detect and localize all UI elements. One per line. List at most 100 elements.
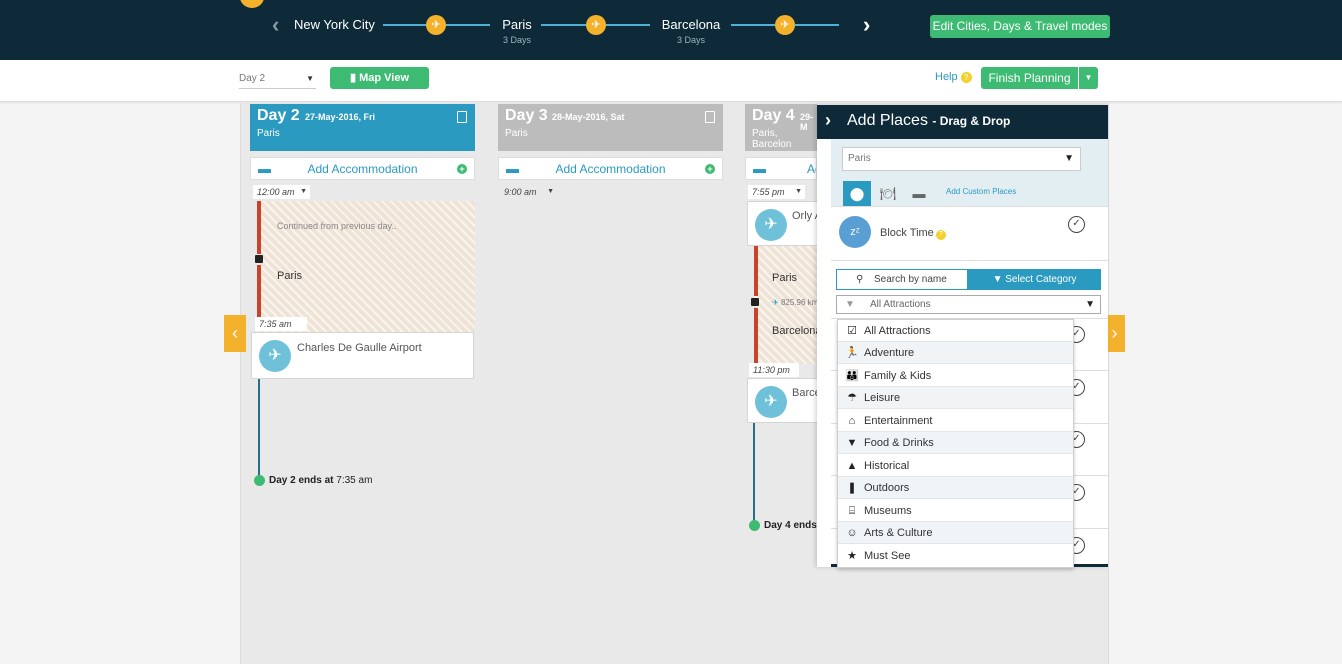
select-category-label: Select Category: [1005, 274, 1077, 285]
start-time-select[interactable]: 9:00 am ▼: [500, 185, 557, 199]
start-time-select[interactable]: 12:00 am ▼: [253, 185, 310, 199]
city-new-york[interactable]: New York City: [294, 17, 375, 32]
divider: [831, 260, 1108, 261]
flight-icon[interactable]: ✈: [775, 15, 795, 35]
panel-header: › Add Places - Drag & Drop: [817, 105, 1108, 139]
map-view-button[interactable]: ▮ Map View: [330, 67, 429, 89]
timeline-bar: [257, 201, 261, 254]
panel-title: Add Places - Drag & Drop: [847, 112, 1010, 130]
category-label: Family & Kids: [864, 370, 932, 382]
category-option[interactable]: ★ Must See: [838, 545, 1073, 567]
place-card[interactable]: ✈ Barcelo: [747, 378, 829, 423]
finish-planning-button[interactable]: Finish Planning: [981, 67, 1078, 89]
flight-icon[interactable]: ✈: [426, 15, 446, 35]
city-barcelona[interactable]: Barcelona 3 Days: [660, 17, 722, 45]
chevron-down-icon: ▼: [547, 188, 554, 195]
category-dropdown: ☑ All Attractions 🏃 Adventure 👪 Family & Ki…: [837, 319, 1074, 568]
bed-icon: ▬: [258, 161, 271, 176]
restaurants-tab[interactable]: 🍽: [874, 181, 902, 207]
category-option[interactable]: ▼ Food & Drinks: [838, 432, 1073, 454]
route-line: [383, 24, 427, 26]
category-option[interactable]: ▲ Historical: [838, 455, 1073, 477]
flight-icon: ✈: [772, 298, 779, 307]
trip-route-bar: ‹ New York City ✈ Paris 3 Days ✈ Barcelon…: [0, 0, 1342, 60]
day-end-dot: [749, 520, 760, 531]
category-option[interactable]: ☂ Leisure: [838, 387, 1073, 409]
cocktail-icon: ▼: [846, 437, 858, 449]
next-arrow-icon[interactable]: ›: [863, 14, 870, 36]
chevron-down-icon: ▼: [795, 188, 802, 195]
category-option[interactable]: ⌸ Museums: [838, 500, 1073, 522]
select-category-tab[interactable]: ▼ Select Category: [968, 269, 1101, 290]
finish-options-button[interactable]: ▼: [1079, 67, 1098, 89]
family-icon: 👪: [845, 370, 859, 382]
category-filter-select[interactable]: ▼ All Attractions ▼: [836, 295, 1101, 314]
city-name: Paris: [502, 17, 532, 32]
route-line: [731, 24, 775, 26]
accommodation-label: Add Accommodation: [307, 162, 418, 176]
place-card[interactable]: ✈ Orly Airp: [747, 201, 834, 246]
map-pin-icon: ⬤: [849, 186, 865, 201]
arrival-time: 11:30 pm: [749, 363, 799, 377]
category-option[interactable]: ☑ All Attractions: [838, 320, 1073, 342]
city-select[interactable]: Paris ▼: [842, 147, 1081, 171]
add-custom-places-link[interactable]: Add Custom Places: [946, 187, 1016, 196]
airport-icon: ✈: [259, 340, 291, 372]
city-name: New York City: [294, 17, 375, 32]
day-2-header[interactable]: Day 2 27-May-2016, Fri Paris: [250, 104, 475, 151]
day-select-value: Day 2: [239, 73, 266, 84]
help-link[interactable]: Help?: [935, 71, 972, 83]
category-option[interactable]: 🏃 Adventure: [838, 342, 1073, 364]
flight-icon[interactable]: ✈: [586, 15, 606, 35]
day-end-label: Day 2 ends at 7:35 am: [269, 475, 372, 486]
day-end-dot: [254, 475, 265, 486]
help-label: Help: [935, 71, 958, 83]
route-line: [606, 24, 650, 26]
category-label: Historical: [864, 460, 910, 472]
add-block-time-button[interactable]: ✓: [1068, 216, 1085, 233]
search-by-name-tab[interactable]: ⚲ Search by name: [836, 269, 968, 290]
attractions-tab[interactable]: ⬤: [843, 181, 871, 207]
place-name: Charles De Gaulle Airport: [297, 342, 422, 354]
day-select[interactable]: Day 2 ▼: [239, 69, 316, 89]
adventure-icon: 🏃: [845, 347, 859, 359]
city-paris[interactable]: Paris 3 Days: [495, 17, 539, 45]
notes-icon[interactable]: [457, 111, 467, 123]
checkbox-icon: ☑: [847, 325, 857, 337]
to-city: Barcelona: [772, 325, 822, 337]
scroll-left-button[interactable]: ‹: [224, 315, 246, 352]
category-option[interactable]: 👪 Family & Kids: [838, 365, 1073, 387]
chevron-down-icon: ▼: [300, 188, 307, 195]
day-3-header[interactable]: Day 3 28-May-2016, Sat Paris: [498, 104, 723, 151]
category-label: Adventure: [864, 347, 915, 359]
theater-masks-icon: ☺: [846, 527, 858, 539]
notes-icon[interactable]: [705, 111, 715, 123]
add-accommodation-button[interactable]: ▬ Add Accommodation +: [250, 157, 475, 180]
city-name: Barcelona: [661, 17, 721, 32]
city-days: 3 Days: [502, 35, 531, 45]
category-option[interactable]: ❚ Outdoors: [838, 477, 1073, 499]
timeline-bar: [754, 246, 758, 296]
chevron-down-icon: ▼: [1064, 153, 1074, 164]
place-card[interactable]: ✈ Charles De Gaulle Airport: [251, 332, 474, 379]
from-city: Paris: [772, 272, 798, 284]
day-4-header[interactable]: Day 4 29-M Paris, Barcelon: [745, 104, 817, 151]
block-time-text: Block Time: [880, 227, 934, 239]
prev-arrow-icon[interactable]: ‹: [272, 14, 279, 36]
start-time-select[interactable]: 7:55 pm ▼: [748, 185, 805, 199]
bed-icon: ▬: [506, 161, 519, 176]
route-line: [795, 24, 839, 26]
footprints-icon: ❚: [847, 482, 857, 494]
timeline-bar: [257, 265, 261, 320]
collapse-chevron-icon[interactable]: ›: [825, 110, 831, 131]
airport-icon: ✈: [755, 386, 787, 418]
day-title: Day 4: [752, 107, 795, 124]
category-option[interactable]: ☺ Arts & Culture: [838, 522, 1073, 544]
category-option[interactable]: ⌂ Entertainment: [838, 410, 1073, 432]
add-accommodation-button[interactable]: ▬ Add A: [745, 157, 817, 180]
edit-cities-button[interactable]: Edit Cities, Days & Travel modes: [930, 15, 1110, 38]
distance-value: 825.96 km: [780, 298, 819, 307]
add-accommodation-button[interactable]: ▬ Add Accommodation +: [498, 157, 723, 180]
hotels-tab[interactable]: ▬: [905, 181, 933, 207]
question-icon: ?: [960, 72, 972, 83]
